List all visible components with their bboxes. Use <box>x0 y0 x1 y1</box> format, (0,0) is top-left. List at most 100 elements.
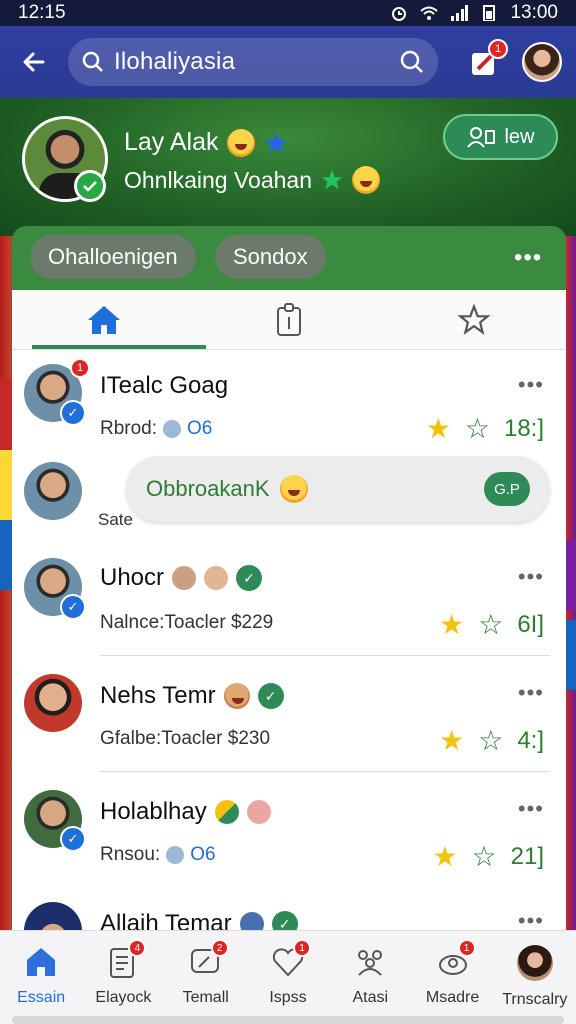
avatar <box>24 462 82 520</box>
green-check-icon: ✓ <box>257 683 284 709</box>
view-button[interactable]: lew <box>443 114 558 160</box>
back-button[interactable] <box>14 42 54 82</box>
nav-item-temall[interactable]: 2 Temall <box>165 931 247 1024</box>
edit-button[interactable]: 1 <box>468 39 508 79</box>
row-stats: ★ ☆ 4:] <box>439 724 544 757</box>
search-query: Ilohaliyasia <box>114 48 236 75</box>
contact-list: 1 ITealc Goag Rbrod: O6 ••• ★ ☆ 18:] Uho… <box>12 350 566 930</box>
wifi-icon <box>420 6 439 20</box>
edit-badge: 1 <box>488 39 508 59</box>
star-filled-icon[interactable]: ★ <box>439 724 464 757</box>
message-icon: 1 <box>436 939 476 979</box>
blue-star-icon <box>264 131 287 153</box>
tab-clipboard[interactable] <box>197 290 382 349</box>
row-stats: ★ ☆ 21] <box>432 840 544 873</box>
smile-emoji-icon <box>352 166 380 194</box>
list-item-subtitle-label: Rnsou: <box>100 844 161 865</box>
home-icon <box>88 305 121 334</box>
star-outline-icon <box>457 303 490 335</box>
status-time: 12:15 <box>18 2 66 23</box>
list-item[interactable]: Holablhay Rnsou: O6 ••• ★ ☆ 21] <box>12 772 566 888</box>
more-options-button[interactable]: ••• <box>514 244 542 272</box>
chat-icon: 2 <box>189 939 229 979</box>
list-item[interactable]: Nehs Temr ✓ Gfalbe:Toacler $230 ••• ★ ☆ … <box>12 656 566 772</box>
star-filled-icon[interactable]: ★ <box>439 608 464 641</box>
face-icon <box>163 420 182 438</box>
nav-label: Essain <box>17 989 66 1006</box>
grin-emoji-icon <box>226 128 255 157</box>
tab-home[interactable] <box>12 290 206 349</box>
row-stat-value: 18:] <box>503 414 544 442</box>
star-outline-icon[interactable]: ☆ <box>478 608 503 641</box>
list-item-title: Uhocr ✓ <box>100 564 263 592</box>
sticker-icon <box>246 800 271 824</box>
green-check-icon: ✓ <box>236 565 263 591</box>
list-item-subtitle: Rbrod: O6 <box>100 418 212 440</box>
nav-label: Elayock <box>95 989 152 1006</box>
nav-item-atasi[interactable]: Atasi <box>329 931 411 1024</box>
row-menu-button[interactable]: ••• <box>518 680 544 706</box>
message-bubble[interactable]: ObbroakanK G.P <box>126 456 550 522</box>
avatar-badge: 1 <box>70 358 90 378</box>
green-star-icon <box>321 169 343 190</box>
tab-favorites[interactable] <box>381 290 566 349</box>
star-outline-icon[interactable]: ☆ <box>465 412 490 445</box>
check-icon <box>83 181 97 192</box>
row-stats: ★ ☆ 18:] <box>426 412 544 445</box>
people-icon <box>467 127 496 148</box>
nav-item-ispss[interactable]: 1 Ispss <box>247 931 329 1024</box>
chip-1[interactable]: Sondox <box>215 235 326 279</box>
green-check-icon: ✓ <box>271 911 298 930</box>
message-bubble-text: ObbroakanK <box>146 476 270 501</box>
profile-subtitle-row: Ohnlkaing Voahan <box>124 166 380 194</box>
app-bar-actions: 1 <box>468 39 562 82</box>
nav-label: Trnscalry <box>502 991 568 1008</box>
avatar <box>24 558 86 620</box>
star-outline-icon[interactable]: ☆ <box>478 724 503 757</box>
group-icon <box>358 950 383 976</box>
view-button-label: lew <box>504 125 535 148</box>
chip-0[interactable]: Ohalloenigen <box>30 235 196 279</box>
nav-badge: 4 <box>128 939 147 957</box>
nav-item-elayock[interactable]: 4 Elayock <box>82 931 164 1024</box>
list-item-title: ITealc Goag <box>100 372 228 400</box>
search-icon <box>82 51 103 72</box>
star-filled-icon[interactable]: ★ <box>432 840 457 873</box>
row-menu-button[interactable]: ••• <box>518 908 544 930</box>
profile-subtitle: Ohnlkaing Voahan <box>124 166 312 193</box>
nav-item-trnscalry[interactable]: Trnscalry <box>494 931 576 1024</box>
profile-name-row: Lay Alak <box>124 128 289 157</box>
list-item[interactable]: Allaih Temar ✓ ••• <box>12 890 566 930</box>
tab-bar <box>12 290 566 350</box>
avatar-mini-icon <box>204 566 229 590</box>
list-item-title-text: Uhocr <box>100 564 165 591</box>
avatar: 1 <box>24 358 90 426</box>
home-indicator <box>12 1016 564 1024</box>
list-item-subtitle: Rnsou: O6 <box>100 844 216 866</box>
status-clock: 13:00 <box>510 2 558 23</box>
row-menu-button[interactable]: ••• <box>518 372 544 398</box>
face-emoji-icon <box>223 683 250 709</box>
status-bar: 12:15 13:00 <box>0 0 576 26</box>
nav-item-msadre[interactable]: 1 Msadre <box>411 931 493 1024</box>
heart-icon: 1 <box>271 939 311 979</box>
row-stat-value: 21] <box>510 842 544 870</box>
search-submit-icon[interactable] <box>400 50 424 74</box>
nav-label: Atasi <box>352 989 389 1006</box>
user-avatar[interactable] <box>522 42 562 82</box>
row-menu-button[interactable]: ••• <box>518 796 544 822</box>
battery-icon <box>483 5 496 21</box>
calendar-icon: 4 <box>106 939 147 979</box>
star-filled-icon[interactable]: ★ <box>426 412 451 445</box>
nav-item-essain[interactable]: Essain <box>0 931 82 1024</box>
star-outline-icon[interactable]: ☆ <box>472 840 497 873</box>
alarm-icon <box>392 7 407 21</box>
list-item[interactable]: Uhocr ✓ Nalnce:Toacler $229 ••• ★ ☆ 6I] <box>12 540 566 656</box>
row-stats: ★ ☆ 6I] <box>439 608 544 641</box>
search-input[interactable]: Ilohaliyasia <box>68 38 438 86</box>
arrow-left-icon <box>23 52 45 72</box>
row-menu-button[interactable]: ••• <box>518 564 544 590</box>
bubble-action-button[interactable]: G.P <box>484 472 530 506</box>
clipboard-icon <box>277 302 301 336</box>
list-item[interactable]: 1 ITealc Goag Rbrod: O6 ••• ★ ☆ 18:] <box>12 350 566 450</box>
